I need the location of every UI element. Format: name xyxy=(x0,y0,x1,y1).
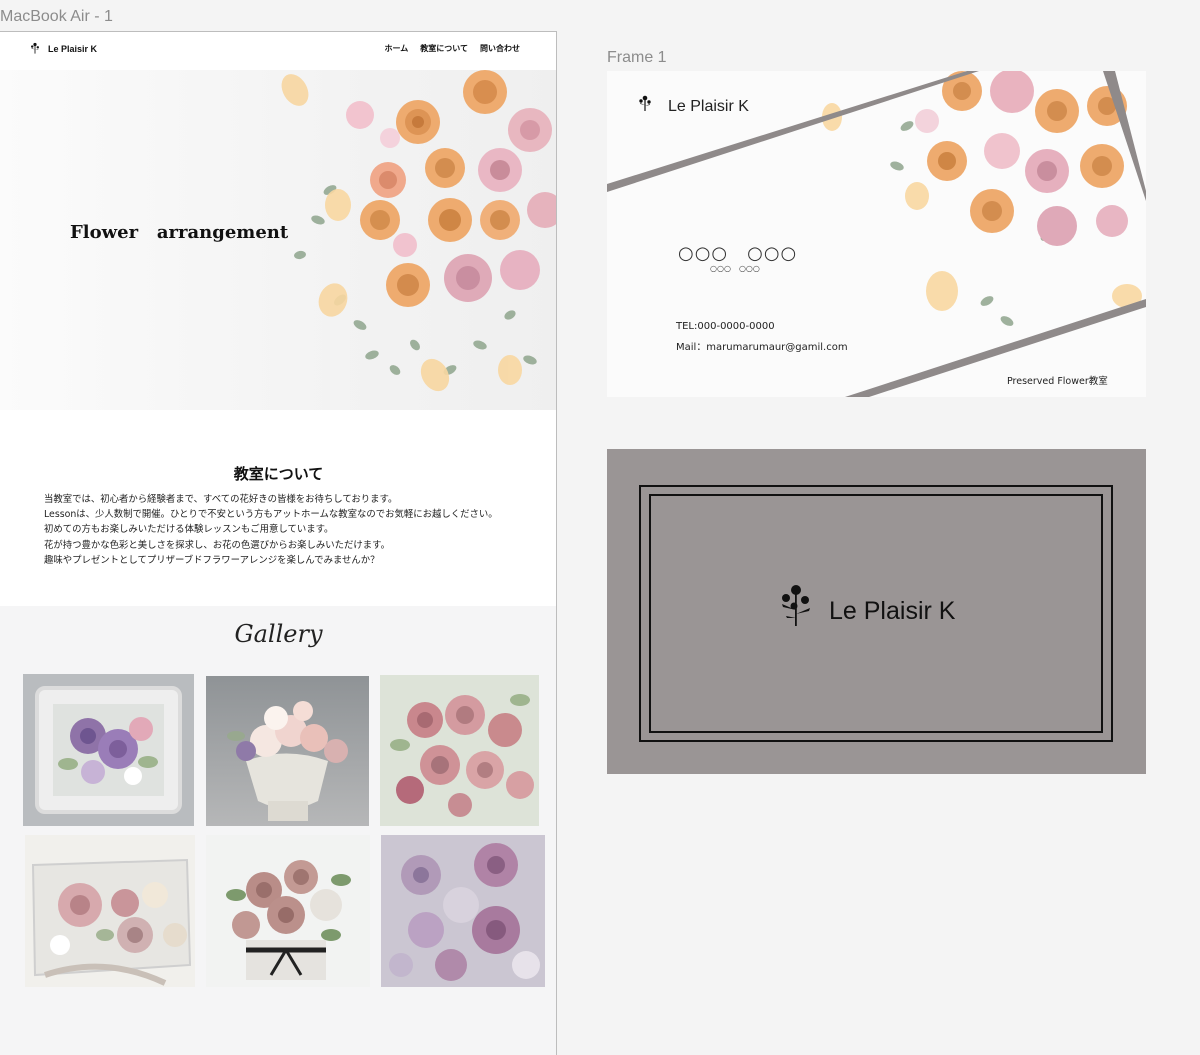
gallery-title: Gallery xyxy=(234,620,323,648)
about-line: 花が持つ豊かな色彩と美しさを探求し、お花の色選びからお楽しみいただけます。 xyxy=(44,539,390,551)
card-front-tel: TEL:000-0000-0000 xyxy=(676,321,775,332)
frame-label-macbook[interactable]: MacBook Air - 1 xyxy=(0,8,113,26)
gallery-image[interactable] xyxy=(381,835,545,987)
card-front-brand: Le Plaisir K xyxy=(668,98,749,115)
card-front-tagline: Preserved Flower教室 xyxy=(1007,376,1108,387)
gallery-image[interactable] xyxy=(25,835,195,987)
hero-section: Flower arrangement xyxy=(0,70,556,410)
frame-label-frame1[interactable]: Frame 1 xyxy=(607,49,667,67)
about-line: 趣味やプレゼントとしてプリザーブドフラワーアレンジを楽しんでみませんか？ xyxy=(44,554,380,566)
gallery-image[interactable] xyxy=(380,675,539,826)
business-card-front[interactable]: Le Plaisir K ○○○ ○○○ ○○○ ○○○ TEL:000-000… xyxy=(607,71,1146,397)
nav-item-home[interactable]: ホーム xyxy=(384,43,408,54)
nav-item-about[interactable]: 教室について xyxy=(420,43,468,54)
about-line: 初めての方もお楽しみいただける体験レッスンもご用意しています。 xyxy=(44,524,334,536)
about-title: 教室について xyxy=(233,465,324,483)
about-line: Lessonは、少人数制で開催。ひとりで不安という方もアットホームな教室なのでお… xyxy=(44,509,498,521)
flower-logo-icon xyxy=(31,42,39,54)
flower-logo-icon xyxy=(782,585,810,626)
site-brand[interactable]: Le Plaisir K xyxy=(48,44,97,54)
site-header: Le Plaisir K ホーム 教室について 問い合わせ xyxy=(0,32,556,70)
card-front-mail: Mail：marumarumaur@gamil.com xyxy=(676,342,848,353)
gallery-section: Gallery xyxy=(0,606,556,1055)
about-text: 当教室では、初心者から経験者まで、すべての花好きの皆様をお待ちしております。 L… xyxy=(44,492,544,568)
gallery-image[interactable] xyxy=(23,674,194,826)
card-back-brand: Le Plaisir K xyxy=(829,597,956,625)
nav-item-contact[interactable]: 問い合わせ xyxy=(480,43,520,54)
gallery-image[interactable] xyxy=(206,835,370,987)
business-card-back[interactable]: Le Plaisir K xyxy=(607,449,1146,774)
website-frame: Le Plaisir K ホーム 教室について 問い合わせ Flower arr… xyxy=(0,31,557,1055)
card-front-name-sub: ○○○ ○○○ xyxy=(710,264,760,273)
nav-menu: ホーム 教室について 問い合わせ xyxy=(384,43,520,54)
hero-title: Flower arrangement xyxy=(70,222,289,243)
about-section: 教室について 当教室では、初心者から経験者まで、すべての花好きの皆様をお待ちして… xyxy=(0,410,556,606)
about-line: 当教室では、初心者から経験者まで、すべての花好きの皆様をお待ちしております。 xyxy=(44,494,398,505)
card-front-name: ○○○ ○○○ xyxy=(678,243,798,264)
gallery-image[interactable] xyxy=(206,676,369,826)
